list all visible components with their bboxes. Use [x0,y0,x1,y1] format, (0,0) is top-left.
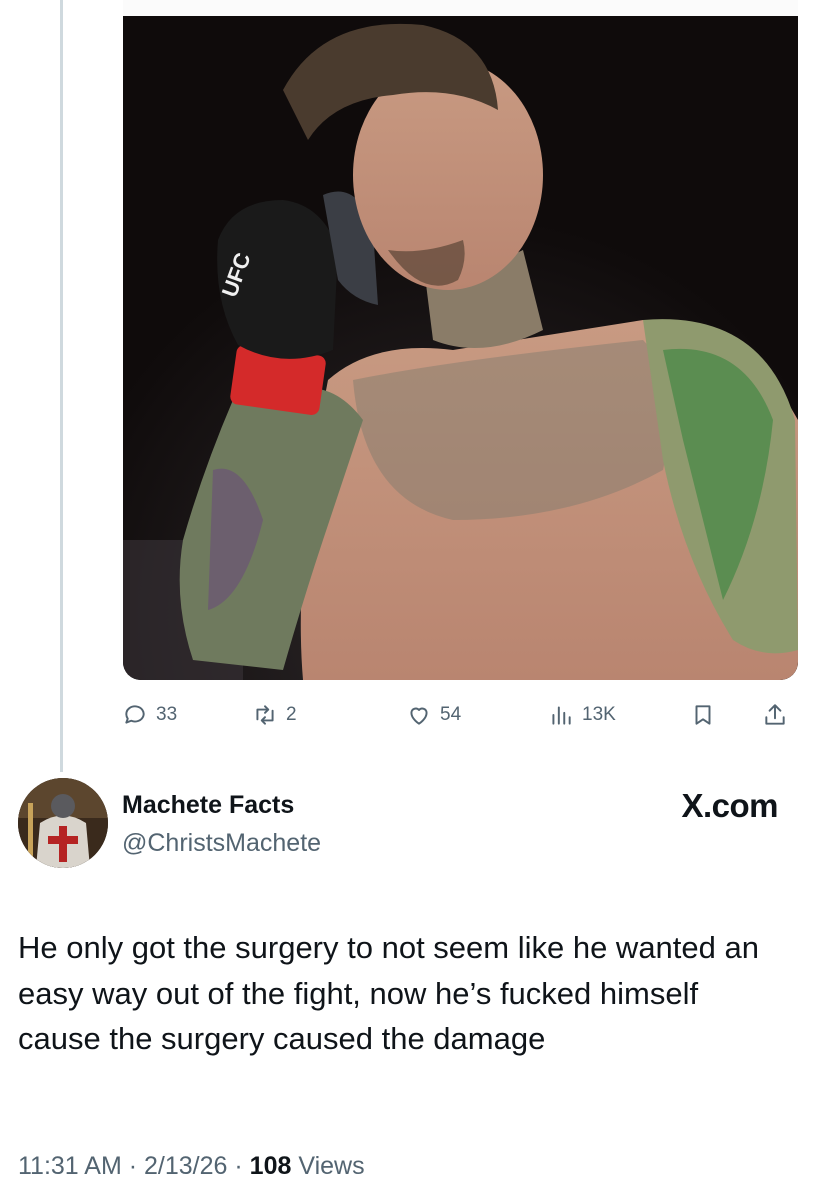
avatar[interactable] [18,778,108,868]
like-count: 54 [440,704,462,725]
analytics-icon [552,706,571,725]
like-button[interactable]: 54 [406,698,461,732]
retweet-icon [256,705,274,725]
tweet-time[interactable]: 11:31 AM [18,1152,122,1180]
thread-connector-line [60,0,63,772]
fighter-photo: UFC [123,16,798,680]
reply-button[interactable]: 33 [122,698,177,732]
views-button[interactable]: 13K [548,698,616,732]
meta-separator: · [128,1152,138,1180]
retweet-button[interactable]: 2 [252,698,297,732]
bookmark-button[interactable] [690,698,716,732]
bookmark-icon [695,705,711,725]
author-name[interactable]: Machete Facts [122,791,294,820]
share-icon [765,704,785,725]
reply-icon [125,705,145,724]
tweet-views-label: Views [298,1152,365,1180]
tweet-text: He only got the surgery to not seem like… [18,930,759,1056]
retweet-count: 2 [286,704,297,725]
tweet-views-count: 108 [249,1152,292,1180]
site-watermark: X.com [681,787,778,824]
author-handle[interactable]: @ChristsMachete [122,829,321,858]
share-button[interactable] [762,698,788,732]
views-count: 13K [582,704,616,725]
reply-count: 33 [156,704,178,725]
tweet-metadata: 11:31 AM · 2/13/26 · 108 Views [18,1152,365,1181]
avatar-image [18,778,108,868]
tweet-date[interactable]: 2/13/26 [144,1152,227,1180]
tweet-action-bar: 33 2 54 13K [120,698,800,732]
meta-separator: · [234,1152,243,1180]
heart-icon [410,707,428,725]
tweet-media-photo[interactable]: UFC [123,0,798,680]
